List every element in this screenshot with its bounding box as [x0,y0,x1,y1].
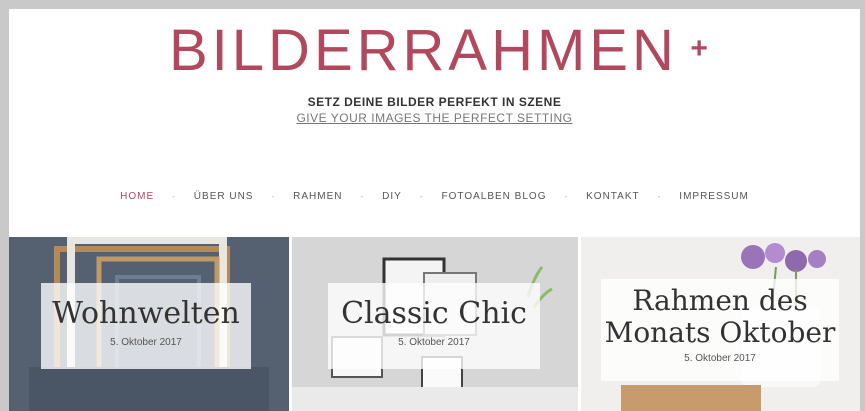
nav-separator: - [657,192,662,201]
nav-separator: - [172,192,176,201]
post-tile-rahmen-des-monats[interactable]: Rahmen des Monats Oktober 5. Oktober 201… [581,237,860,411]
tagline-german: SETZ DEINE BILDER PERFEKT IN SZENE [307,95,562,109]
post-card: Classic Chic 5. Oktober 2017 [328,283,540,369]
logo-plus: + [690,32,708,65]
nav-kontakt[interactable]: KONTAKT [586,191,639,202]
nav-separator: - [360,192,365,201]
nav-diy[interactable]: DIY [382,191,402,202]
post-title[interactable]: Rahmen des Monats Oktober [601,285,839,349]
nav-separator: - [419,192,424,201]
nav-ueber-uns[interactable]: ÜBER UNS [194,191,254,202]
post-card: Rahmen des Monats Oktober 5. Oktober 201… [601,279,839,381]
post-tile-wohnwelten[interactable]: Wohnwelten 5. Oktober 2017 [9,237,289,411]
site-logo[interactable]: BILDERRAHMEN + [169,18,708,83]
nav-home[interactable]: HOME [120,191,154,202]
featured-posts: Wohnwelten 5. Oktober 2017 Classic Chic … [9,237,860,411]
nav-fotoalben-blog[interactable]: FOTOALBEN BLOG [442,191,547,202]
post-date: 5. Oktober 2017 [398,337,470,348]
page: BILDERRAHMEN + SETZ DEINE BILDER PERFEKT… [9,9,860,411]
post-date: 5. Oktober 2017 [110,337,182,348]
post-card: Wohnwelten 5. Oktober 2017 [41,283,251,369]
nav-rahmen[interactable]: RAHMEN [293,191,342,202]
main-navigation: HOME - ÜBER UNS - RAHMEN - DIY - FOTOALB… [9,191,860,202]
post-tile-classic-chic[interactable]: Classic Chic 5. Oktober 2017 [289,237,581,411]
nav-impressum[interactable]: IMPRESSUM [679,191,749,202]
tagline-english: GIVE YOUR IMAGES THE PERFECT SETTING [296,111,573,125]
nav-separator: - [271,192,276,201]
post-title[interactable]: Classic Chic [328,297,540,331]
logo-text: BILDERRAHMEN [169,18,678,83]
post-date: 5. Oktober 2017 [684,353,756,364]
post-title[interactable]: Wohnwelten [41,297,251,331]
nav-separator: - [564,192,569,201]
